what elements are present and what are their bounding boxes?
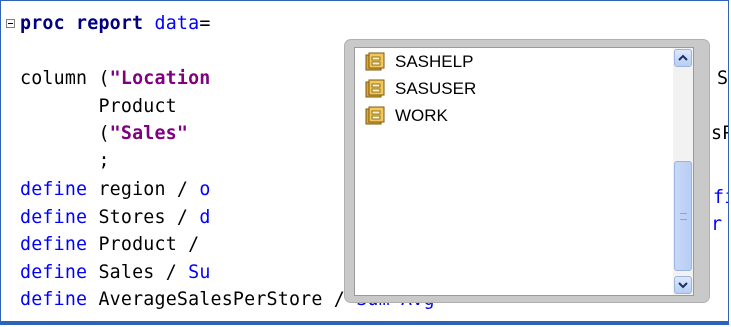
code-fragment: r	[711, 214, 723, 235]
code-token: proc report	[20, 13, 144, 34]
scroll-thumb[interactable]	[674, 161, 692, 271]
code-fragment: fi	[713, 187, 728, 208]
code-token: Su	[188, 262, 211, 283]
library-cabinet-icon	[363, 79, 385, 99]
library-cabinet-icon	[363, 52, 385, 72]
library-cabinet-icon	[363, 106, 385, 126]
scroll-down-button[interactable]	[674, 276, 692, 294]
collapse-toggle-icon[interactable]	[6, 19, 15, 28]
list-item-work[interactable]: WORK	[363, 104, 448, 128]
code-token: ;	[20, 150, 110, 171]
code-line: define Product /	[20, 234, 199, 256]
code-line: ("Sales"	[20, 123, 188, 145]
library-list[interactable]: SASHELP SASUSER WORK	[354, 47, 694, 296]
grip-icon	[679, 212, 687, 220]
code-line: ;	[20, 150, 110, 172]
code-token: define	[20, 289, 88, 310]
code-token: =	[199, 13, 211, 34]
code-token: define	[20, 207, 88, 228]
code-token: "Location	[109, 68, 211, 89]
code-line: proc report data=	[20, 13, 211, 35]
chevron-up-icon	[678, 54, 688, 61]
code-token: define	[20, 179, 88, 200]
code-fragment: S	[717, 68, 729, 89]
code-token: define	[20, 262, 88, 283]
autocomplete-popup: SASHELP SASUSER WORK	[345, 40, 709, 302]
code-token: define	[20, 234, 88, 255]
code-token: "Sales"	[109, 123, 189, 144]
code-line: Product	[20, 96, 177, 118]
code-token: AverageSalesPerStore /	[87, 289, 357, 310]
code-token: region /	[87, 179, 200, 200]
code-token: column (	[20, 68, 110, 89]
code-token: Product	[20, 96, 177, 117]
code-token: data	[154, 13, 200, 34]
code-line: define Stores / d	[20, 207, 211, 229]
code-token: o	[199, 179, 211, 200]
vertical-scrollbar[interactable]	[673, 48, 693, 295]
code-token: d	[199, 207, 211, 228]
code-token: (	[20, 123, 110, 144]
code-line: define region / o	[20, 179, 211, 201]
code-token: Sales /	[87, 262, 189, 283]
code-token: Stores /	[87, 207, 200, 228]
library-name: WORK	[395, 106, 448, 125]
list-item-sasuser[interactable]: SASUSER	[363, 77, 476, 101]
code-token: Product /	[87, 234, 200, 255]
library-name: SASHELP	[395, 52, 474, 71]
code-line: column ("Location	[20, 68, 211, 90]
code-fragment: sP	[711, 123, 728, 144]
scroll-up-button[interactable]	[674, 49, 692, 67]
library-name: SASUSER	[395, 79, 477, 98]
list-item-sashelp[interactable]: SASHELP	[363, 50, 473, 74]
code-line: define Sales / Su	[20, 262, 211, 284]
chevron-down-icon	[678, 282, 688, 289]
